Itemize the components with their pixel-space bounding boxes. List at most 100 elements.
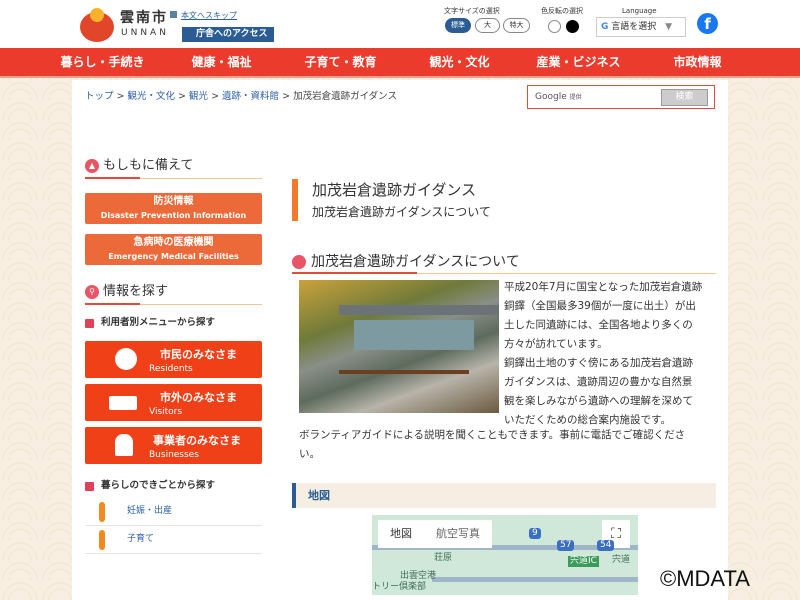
resident-icon — [115, 348, 137, 370]
map-label: 宍道 — [612, 555, 631, 565]
business-label-en: Businesses — [149, 450, 199, 460]
business-person-icon — [115, 434, 133, 456]
map-label: トリー倶楽部 — [372, 582, 427, 592]
text-line: 観を楽しみながら遺跡への理解を深めて — [504, 395, 693, 407]
visitors-button[interactable]: 市外のみなさま Visitors — [85, 384, 262, 421]
visitors-label: 市外のみなさま — [160, 391, 237, 404]
breadcrumb-sep: > — [208, 91, 223, 102]
text-line: 方々が訪れています。 — [504, 338, 608, 350]
description-extra: ボランティアガイドによる説明を聞くこともできます。事前に電話でご確認くださ い。 — [299, 426, 719, 464]
color-invert-button[interactable] — [566, 20, 579, 33]
map-tab-map[interactable]: 地図 — [378, 520, 424, 548]
city-logo[interactable] — [80, 6, 114, 42]
breadcrumb: トップ > 観光・文化 > 観光 > 遺跡・資料館 > 加茂岩倉遺跡ガイダンス — [85, 91, 397, 102]
search-input[interactable]: Google 提供 — [535, 92, 582, 103]
google-icon: G — [601, 22, 609, 32]
skip-link[interactable]: 本文へスキップ — [170, 11, 237, 21]
residents-label-en: Residents — [149, 364, 193, 374]
by-user-label: 利用者別メニューから探す — [101, 317, 216, 328]
play-icon — [85, 319, 94, 328]
emergency-heading: ▲ もしもに備えて — [85, 155, 262, 179]
pregnancy-icon — [99, 502, 105, 522]
language-select-label: 言語を選択 — [611, 22, 657, 32]
dropdown-icon: ▼ — [665, 22, 673, 32]
parent-child-icon — [99, 530, 105, 550]
search-note: 提供 — [569, 94, 582, 101]
nav-tourism[interactable]: 観光・文化 — [400, 48, 519, 76]
map-label: 宍道IC — [568, 556, 599, 567]
font-size-large[interactable]: 大 — [475, 18, 500, 33]
global-nav: 暮らし・手続き 健康・福祉 子育て・教育 観光・文化 産業・ビジネス 市政情報 — [0, 48, 800, 78]
nav-living[interactable]: 暮らし・手続き — [43, 48, 162, 76]
route-badge: 9 — [529, 528, 541, 539]
text-line: ガイダンスは、遺跡周辺の豊かな自然景 — [504, 376, 693, 388]
search-icon: ⚲ — [85, 285, 99, 299]
section-title: 加茂岩倉遺跡ガイダンスについて — [311, 254, 520, 270]
life-item-label: 子育て — [127, 534, 155, 544]
route-badge: 54 — [597, 540, 615, 551]
color-label: 色反転の選択 — [541, 7, 583, 15]
section-heading: 加茂岩倉遺跡ガイダンスについて — [292, 252, 716, 274]
text-line: ボランティアガイドによる説明を聞くこともできます。事前に電話でご確認くださ — [299, 429, 686, 441]
language-label: Language — [622, 7, 657, 15]
by-life-heading: 暮らしのできごとから探す — [85, 478, 262, 494]
life-item-label: 妊娠・出産 — [127, 506, 173, 516]
language-select[interactable]: G 言語を選択 ▼ — [596, 17, 686, 37]
breadcrumb-link[interactable]: 観光・文化 — [128, 91, 176, 102]
skip-icon — [170, 11, 177, 18]
font-size-normal[interactable]: 標準 — [445, 18, 471, 33]
sidebar: ▲ もしもに備えて 防災情報 Disaster Prevention Informa… — [85, 155, 262, 554]
google-brand: Google — [535, 92, 567, 102]
site-header: 雲南市 UNNAN 本文へスキップ 庁舎へのアクセス 文字サイズの選択 標準 大… — [0, 0, 800, 48]
city-name-en: UNNAN — [121, 28, 169, 38]
access-button[interactable]: 庁舎へのアクセス — [182, 27, 274, 42]
map-embed[interactable]: 地図 航空写真 ⛶ 荘原 出雲空港 トリー倶楽部 宍道IC 宍道 9 57 54 — [372, 515, 638, 595]
business-button[interactable]: 事業者のみなさま Businesses — [85, 427, 262, 464]
breadcrumb-sep: > — [279, 91, 294, 102]
breadcrumb-link[interactable]: 観光 — [189, 91, 208, 102]
map-tab-satellite[interactable]: 航空写真 — [424, 520, 492, 548]
play-icon — [85, 482, 94, 491]
disaster-label: 防災情報 — [153, 196, 194, 207]
text-line: い。 — [299, 448, 320, 460]
map-label: 荘原 — [434, 553, 453, 563]
visitors-label-en: Visitors — [149, 407, 183, 417]
page-title: 加茂岩倉遺跡ガイダンス — [312, 181, 477, 199]
residents-button[interactable]: 市民のみなさま Residents — [85, 341, 262, 378]
route-badge: 57 — [557, 540, 575, 551]
site-search: Google 提供 検索 — [527, 85, 715, 109]
nav-business[interactable]: 産業・ビジネス — [519, 48, 638, 76]
emergency-title: もしもに備えて — [103, 158, 194, 173]
watermark: ©MDATA — [660, 566, 750, 591]
medical-button[interactable]: 急病時の医療機関 Emergency Medical Facilities — [85, 234, 262, 265]
city-name: 雲南市 — [120, 10, 168, 26]
page-subtitle: 加茂岩倉遺跡ガイダンスについて — [312, 205, 491, 219]
nav-health[interactable]: 健康・福祉 — [162, 48, 281, 76]
search-button[interactable]: 検索 — [661, 89, 708, 106]
facility-photo — [299, 280, 499, 413]
disaster-label-en: Disaster Prevention Information — [100, 211, 247, 220]
text-line: 銅鐸（全国最多39個が一度に出土）が出 — [504, 300, 696, 312]
breadcrumb-link[interactable]: トップ — [85, 91, 114, 102]
text-line: 平成20年7月に国宝となった加茂岩倉遺跡 — [504, 281, 703, 293]
find-title: 情報を探す — [103, 284, 169, 299]
life-item-pregnancy[interactable]: 妊娠・出産 — [85, 498, 262, 526]
font-size-xlarge[interactable]: 特大 — [503, 18, 530, 33]
life-item-childcare[interactable]: 子育て — [85, 526, 262, 554]
color-normal-button[interactable] — [548, 20, 561, 33]
breadcrumb-sep: > — [175, 91, 190, 102]
nav-childcare[interactable]: 子育て・教育 — [281, 48, 400, 76]
medical-label: 急病時の医療機関 — [133, 237, 214, 248]
text-line: 土した同遺跡には、全国各地より多くの — [504, 319, 693, 331]
by-life-label: 暮らしのできごとから探す — [101, 480, 216, 491]
breadcrumb-sep: > — [113, 91, 128, 102]
search-button-label: 検索 — [675, 92, 694, 102]
disaster-button[interactable]: 防災情報 Disaster Prevention Information — [85, 193, 262, 224]
breadcrumb-link[interactable]: 遺跡・資料館 — [222, 91, 279, 102]
breadcrumb-current: 加茂岩倉遺跡ガイダンス — [293, 91, 397, 102]
skip-link-label: 本文へスキップ — [181, 11, 237, 20]
font-size-label: 文字サイズの選択 — [444, 7, 500, 15]
facebook-icon[interactable]: f — [697, 13, 718, 34]
warning-icon: ▲ — [85, 159, 99, 173]
nav-government[interactable]: 市政情報 — [638, 48, 757, 76]
